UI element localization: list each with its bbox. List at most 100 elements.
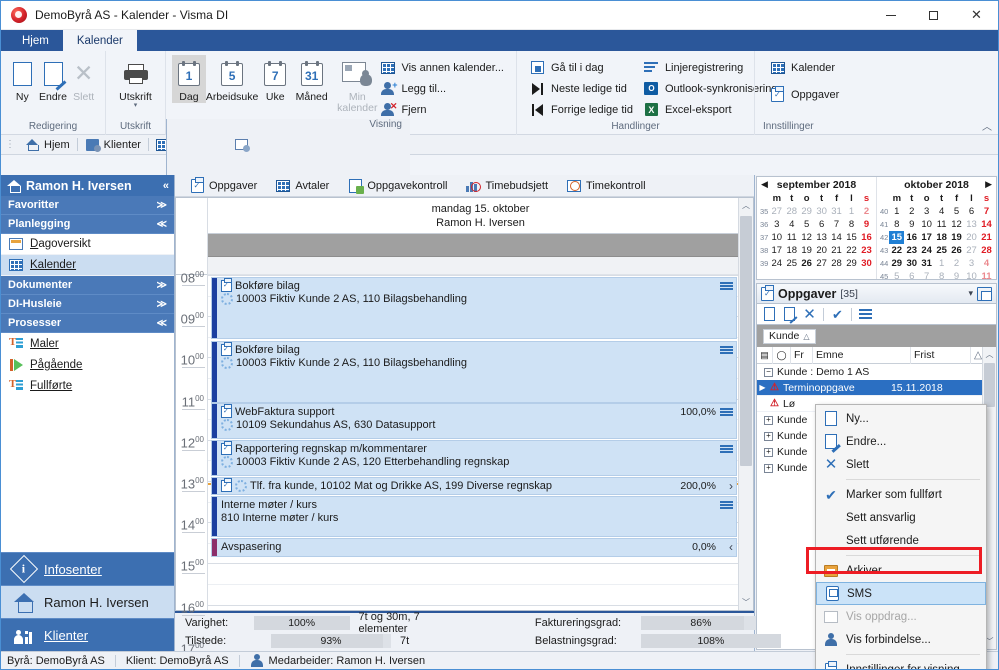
- mini-calendar-day[interactable]: 15: [889, 231, 904, 244]
- ribbon-button-slett[interactable]: ✕ Slett: [68, 55, 99, 103]
- all-day-secondary-band[interactable]: [208, 257, 753, 275]
- group-chip-kunde[interactable]: Kunde △: [763, 329, 816, 344]
- mini-calendar-day[interactable]: 8: [844, 218, 859, 231]
- calendar-event[interactable]: Bokføre bilag10003 Fiktiv Kunde 2 AS, 11…: [211, 341, 737, 403]
- calendar-event[interactable]: Rapportering regnskap m/kommentarer10003…: [211, 440, 737, 476]
- event-handle-icon[interactable]: [720, 408, 733, 416]
- ribbon-button-dag[interactable]: 1 Dag: [172, 55, 206, 103]
- column-emne[interactable]: Emne: [813, 347, 911, 364]
- mini-calendar-day[interactable]: 4: [979, 257, 994, 270]
- mini-calendar-day[interactable]: 25: [784, 257, 799, 270]
- mini-calendar-day[interactable]: 19: [949, 231, 964, 244]
- all-day-band[interactable]: [208, 234, 753, 257]
- tasks-scroll-up[interactable]: ︿: [983, 347, 996, 362]
- mini-calendar-day[interactable]: 4: [784, 218, 799, 231]
- tasks-menu-button[interactable]: [857, 306, 874, 323]
- calendar-event[interactable]: Interne møter / kurs810 Interne møter / …: [211, 496, 737, 537]
- tab-oppgavekontroll[interactable]: Oppgavekontroll: [339, 175, 455, 197]
- sidebar-group-di-husleie[interactable]: DI-Husleie ≫: [1, 295, 174, 314]
- menu-item-sms[interactable]: SMS: [816, 582, 986, 605]
- mini-calendar-day[interactable]: 17: [919, 231, 934, 244]
- mini-calendar-day[interactable]: 11: [934, 218, 949, 231]
- calendar-event[interactable]: WebFaktura support10109 Sekundahus AS, 6…: [211, 403, 737, 439]
- mini-calendar-day[interactable]: 21: [979, 231, 994, 244]
- mini-calendar-day[interactable]: 5: [889, 270, 904, 283]
- event-handle-icon[interactable]: [720, 282, 733, 290]
- mini-calendar-day[interactable]: 15: [844, 231, 859, 244]
- sidebar-item-ramon-h-iversen[interactable]: Ramon H. Iversen: [1, 585, 174, 618]
- menu-item-sett-utf-rende[interactable]: Sett utførende: [816, 529, 986, 552]
- chevron-down-icon[interactable]: ▾: [134, 103, 138, 109]
- prev-month-button[interactable]: ◀: [761, 179, 768, 190]
- expander-icon[interactable]: +: [764, 464, 773, 473]
- tasks-group-row[interactable]: −Kunde : Demo 1 AS: [757, 364, 996, 380]
- mini-calendar-day[interactable]: 17: [769, 244, 784, 257]
- mini-calendar-day[interactable]: 27: [964, 244, 979, 257]
- sidebar-item-klienter[interactable]: Klienter: [1, 618, 174, 651]
- tab-hjem[interactable]: Hjem: [8, 30, 63, 51]
- mini-calendar-day[interactable]: 9: [949, 270, 964, 283]
- mini-calendar-day[interactable]: 7: [829, 218, 844, 231]
- mini-calendar-day[interactable]: 13: [964, 218, 979, 231]
- mini-calendar-day[interactable]: 2: [904, 205, 919, 218]
- sidebar-group-planlegging[interactable]: Planlegging ≪: [1, 215, 174, 234]
- chevron-right-icon[interactable]: ›: [729, 479, 733, 493]
- menu-item-marker-som-fullf-rt[interactable]: ✔Marker som fullført: [816, 483, 986, 506]
- mini-calendar-day[interactable]: 3: [919, 205, 934, 218]
- calendar-event[interactable]: Bokføre bilag10003 Fiktiv Kunde 2 AS, 11…: [211, 277, 737, 339]
- mini-calendar-day[interactable]: 27: [769, 205, 784, 218]
- mini-calendar-day[interactable]: 30: [859, 257, 874, 270]
- expander-icon[interactable]: +: [764, 416, 773, 425]
- sidebar-item-kalender[interactable]: Kalender: [1, 255, 174, 276]
- tab-timebudsjett[interactable]: Timebudsjett: [457, 175, 556, 197]
- mini-calendar-day[interactable]: 31: [829, 205, 844, 218]
- mini-calendar-day[interactable]: 2: [859, 205, 874, 218]
- close-button[interactable]: ✕: [955, 1, 998, 30]
- menu-item-sett-ansvarlig[interactable]: Sett ansvarlig: [816, 506, 986, 529]
- expander-icon[interactable]: +: [764, 448, 773, 457]
- sidebar-item-pagaende[interactable]: Pågående: [1, 354, 174, 375]
- expander-icon[interactable]: −: [764, 368, 773, 377]
- scroll-thumb[interactable]: [740, 216, 752, 466]
- sidebar-item-fullforte[interactable]: T Fullførte: [1, 375, 174, 396]
- mini-calendar-day[interactable]: 21: [829, 244, 844, 257]
- mini-calendar-day[interactable]: 5: [949, 205, 964, 218]
- mini-calendar-day[interactable]: 22: [889, 244, 904, 257]
- expander-icon[interactable]: +: [764, 432, 773, 441]
- ribbon-button-arbeidsuke[interactable]: 5 Arbeidsuke: [206, 55, 259, 103]
- calendar-event[interactable]: Tlf. fra kunde, 10102 Mat og Drikke AS, …: [211, 477, 737, 495]
- mini-calendar-day[interactable]: 23: [904, 244, 919, 257]
- event-handle-icon[interactable]: [720, 445, 733, 453]
- menu-item-endre[interactable]: Endre...: [816, 430, 986, 453]
- tab-kalender[interactable]: Kalender: [63, 30, 137, 51]
- column-frist[interactable]: Frist: [911, 347, 971, 364]
- mini-calendar-day[interactable]: 5: [799, 218, 814, 231]
- chevron-left-icon[interactable]: ‹: [729, 540, 733, 554]
- mini-calendar-day[interactable]: 27: [814, 257, 829, 270]
- sidebar-item-dagoversikt[interactable]: Dagoversikt: [1, 234, 174, 255]
- event-handle-icon[interactable]: [720, 501, 733, 509]
- ribbon-item-legg-til[interactable]: + Legg til...: [379, 79, 504, 98]
- ribbon-item-ga-til-i-dag[interactable]: Gå til i dag: [529, 58, 633, 77]
- calendar-event[interactable]: Avspasering0,0%‹: [211, 538, 737, 557]
- mini-calendar-day[interactable]: 23: [859, 244, 874, 257]
- mini-calendar-day[interactable]: 12: [949, 218, 964, 231]
- mini-calendar-day[interactable]: 10: [769, 231, 784, 244]
- calendar-grid[interactable]: Bokføre bilag10003 Fiktiv Kunde 2 AS, 11…: [208, 275, 753, 610]
- mini-calendar-day[interactable]: 12: [799, 231, 814, 244]
- mini-calendar-day[interactable]: 19: [799, 244, 814, 257]
- column-fr[interactable]: Fr: [791, 347, 813, 364]
- mini-calendar-day[interactable]: 20: [814, 244, 829, 257]
- menu-item-ny[interactable]: Ny...: [816, 407, 986, 430]
- ribbon-button-ny[interactable]: Ny: [7, 55, 38, 103]
- sidebar-collapse-button[interactable]: «: [163, 180, 169, 192]
- event-handle-icon[interactable]: [720, 346, 733, 354]
- ribbon-item-neste-ledige-tid[interactable]: Neste ledige tid: [529, 79, 633, 98]
- ribbon-item-innstillinger-oppgaver[interactable]: Oppgaver: [769, 85, 839, 104]
- ribbon-item-forrige-ledige-tid[interactable]: Forrige ledige tid: [529, 100, 633, 119]
- mini-calendar-day[interactable]: 9: [904, 218, 919, 231]
- ribbon-button-endre[interactable]: Endre: [38, 55, 69, 103]
- ribbon-button-min-kalender[interactable]: Min kalender: [337, 55, 377, 114]
- mini-calendar-day[interactable]: 22: [844, 244, 859, 257]
- calendar-scrollbar[interactable]: ︿ ﹀: [738, 198, 753, 610]
